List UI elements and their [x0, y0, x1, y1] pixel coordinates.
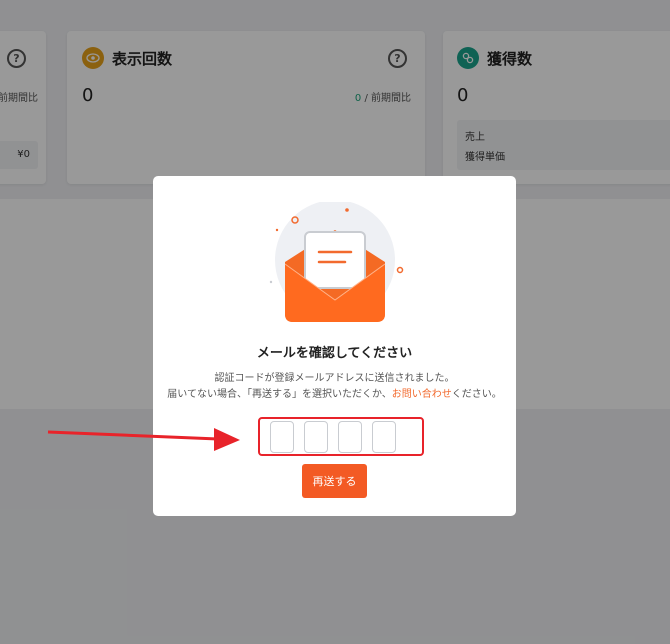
- annotation-arrow-icon: [47, 428, 240, 451]
